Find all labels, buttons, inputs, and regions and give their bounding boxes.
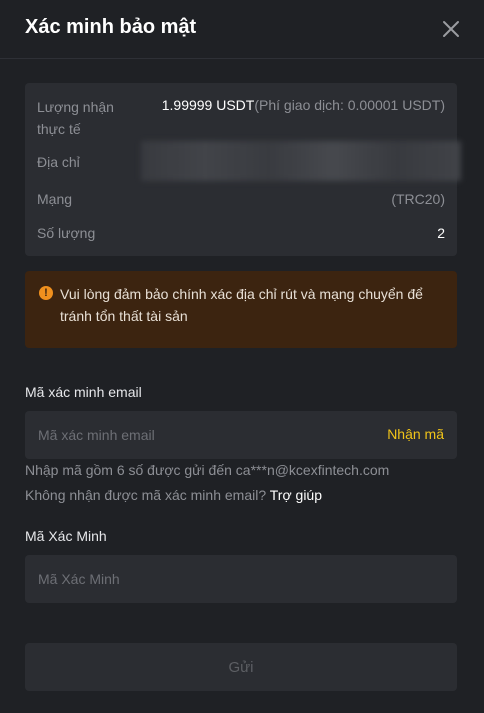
submit-button[interactable]: Gửi	[25, 643, 457, 691]
verification-code-field	[25, 555, 457, 603]
withdrawal-summary: Lượng nhận thực tế 1.99999 USDT(Phí giao…	[25, 83, 461, 256]
not-received-hint: Không nhận được mã xác minh email? Trợ g…	[25, 487, 322, 503]
transaction-fee: (Phí giao dịch: 0.00001 USDT)	[254, 97, 445, 113]
received-amount: 1.99999 USDT	[161, 97, 255, 113]
network-value: (TRC20)	[391, 191, 445, 207]
warning-banner: ! Vui lòng đảm bảo chính xác địa chỉ rút…	[25, 271, 457, 348]
warning-text: Vui lòng đảm bảo chính xác địa chỉ rút v…	[60, 286, 423, 324]
network-label: Mạng	[37, 191, 73, 207]
received-label: Lượng nhận thực tế	[37, 96, 114, 140]
security-verification-modal: Xác minh bảo mật Lượng nhận thực tế 1.99…	[0, 0, 484, 713]
close-button[interactable]	[439, 17, 463, 41]
email-code-hint: Nhập mã gồm 6 số được gửi đến ca***n@kce…	[25, 462, 390, 478]
email-code-field: Nhận mã	[25, 411, 457, 459]
email-code-label: Mã xác minh email	[25, 384, 142, 400]
address-label: Địa chỉ	[37, 154, 80, 170]
address-value-redacted	[141, 141, 461, 181]
received-value: 1.99999 USDT(Phí giao dịch: 0.00001 USDT…	[162, 94, 445, 116]
quantity-label: Số lượng	[37, 225, 96, 241]
modal-title: Xác minh bảo mật	[25, 16, 197, 38]
received-label-line2: thực tế	[37, 121, 81, 137]
email-code-input[interactable]	[25, 411, 355, 459]
close-icon	[443, 21, 459, 37]
help-link[interactable]: Trợ giúp	[270, 487, 322, 503]
modal-header: Xác minh bảo mật	[0, 0, 484, 59]
received-label-line1: Lượng nhận	[37, 99, 114, 115]
info-icon: !	[39, 286, 53, 300]
verification-code-input[interactable]	[25, 555, 355, 603]
not-received-text: Không nhận được mã xác minh email?	[25, 487, 267, 503]
verification-code-label: Mã Xác Minh	[25, 528, 107, 544]
get-code-button[interactable]: Nhận mã	[387, 426, 444, 442]
quantity-value: 2	[437, 225, 445, 241]
